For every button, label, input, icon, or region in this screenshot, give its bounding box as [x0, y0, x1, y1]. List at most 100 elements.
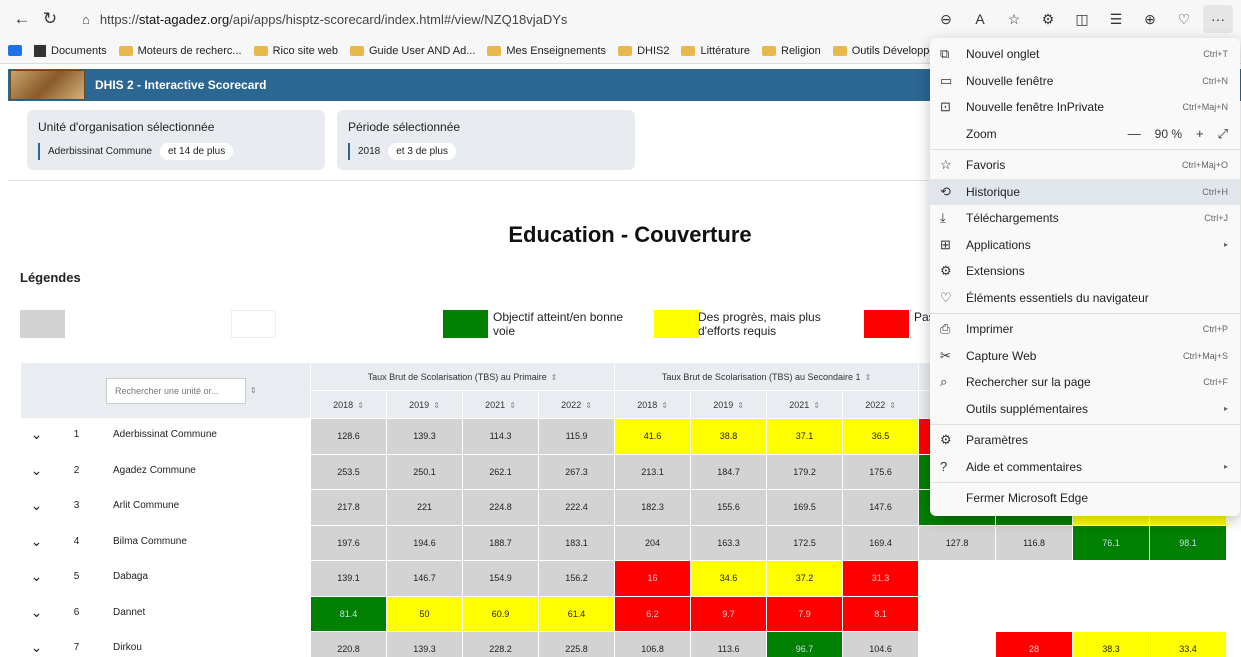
- period-header[interactable]: 2021 ⇕: [462, 390, 540, 419]
- score-cell[interactable]: 38.3: [1072, 631, 1151, 657]
- score-cell[interactable]: 115.9: [538, 418, 616, 455]
- score-cell[interactable]: 147.6: [842, 489, 920, 526]
- score-cell[interactable]: 61.4: [538, 595, 616, 632]
- score-cell[interactable]: 184.7: [690, 453, 768, 490]
- menu-item[interactable]: ▭ Nouvelle fenêtre Ctrl+N: [930, 68, 1240, 95]
- score-cell[interactable]: 222.4: [538, 489, 616, 526]
- favorites-toolbar-icon[interactable]: ☰: [1101, 5, 1131, 33]
- indicator-group-header[interactable]: Taux Brut de Scolarisation (TBS) au Seco…: [614, 362, 920, 391]
- period-header[interactable]: 2018 ⇕: [310, 390, 388, 419]
- split-screen-icon[interactable]: ◫: [1067, 5, 1097, 33]
- score-cell[interactable]: 33.4: [1149, 631, 1228, 657]
- org-unit-search-input[interactable]: Rechercher une unité or...: [106, 377, 246, 404]
- score-cell[interactable]: 228.2: [462, 631, 540, 657]
- indicator-group-header[interactable]: Taux Brut de Scolarisation (TBS) au Prim…: [310, 362, 616, 391]
- score-cell[interactable]: 197.6: [310, 524, 388, 561]
- score-cell[interactable]: 81.4: [310, 595, 388, 632]
- org-unit-name[interactable]: Agadez Commune: [99, 453, 312, 490]
- score-cell[interactable]: 156.2: [538, 560, 616, 597]
- score-cell[interactable]: 139.1: [310, 560, 388, 597]
- score-cell[interactable]: 169.4: [842, 524, 920, 561]
- score-cell[interactable]: [918, 560, 997, 597]
- score-cell[interactable]: 188.7: [462, 524, 540, 561]
- score-cell[interactable]: 96.7: [766, 631, 844, 657]
- menu-item[interactable]: ⤓ Téléchargements Ctrl+J: [930, 205, 1240, 232]
- bookmark-item[interactable]: Guide User AND Ad...: [350, 45, 475, 57]
- score-cell[interactable]: 9.7: [690, 595, 768, 632]
- org-unit-name[interactable]: Dirkou: [99, 631, 312, 657]
- sort-icon[interactable]: ⇕: [357, 401, 364, 410]
- sort-icon[interactable]: ⇕: [509, 401, 516, 410]
- menu-item[interactable]: ♡ Éléments essentiels du navigateur: [930, 285, 1240, 312]
- zoom-icon[interactable]: ⊖: [931, 5, 961, 33]
- menu-item[interactable]: ⟲ Historique Ctrl+H: [930, 178, 1240, 205]
- score-cell[interactable]: 183.1: [538, 524, 616, 561]
- sort-icon[interactable]: ⇕: [813, 401, 820, 410]
- score-cell[interactable]: 204: [614, 524, 692, 561]
- period-more-chip[interactable]: et 3 de plus: [388, 143, 456, 160]
- score-cell[interactable]: 179.2: [766, 453, 844, 490]
- refresh-icon[interactable]: ↻: [36, 5, 64, 33]
- org-unit-name[interactable]: Dannet: [99, 595, 312, 632]
- score-cell[interactable]: 98.1: [1149, 524, 1228, 561]
- score-cell[interactable]: 253.5: [310, 453, 388, 490]
- score-cell[interactable]: 217.8: [310, 489, 388, 526]
- score-cell[interactable]: [918, 595, 997, 632]
- expand-chevron-icon[interactable]: ⌄: [20, 489, 53, 526]
- menu-item[interactable]: ⚙ Extensions: [930, 258, 1240, 285]
- score-cell[interactable]: 34.6: [690, 560, 768, 597]
- address-bar[interactable]: ⌂ https://stat-agadez.org/api/apps/hispt…: [72, 5, 872, 33]
- score-cell[interactable]: 114.3: [462, 418, 540, 455]
- score-cell[interactable]: 113.6: [690, 631, 768, 657]
- menu-item[interactable]: ⎙ Imprimer Ctrl+P: [930, 316, 1240, 343]
- bookmark-item[interactable]: DHIS2: [618, 45, 669, 57]
- org-unit-name[interactable]: Aderbissinat Commune: [99, 418, 312, 455]
- more-menu-button[interactable]: ···: [1203, 5, 1233, 33]
- score-cell[interactable]: 8.1: [842, 595, 920, 632]
- menu-item[interactable]: ✂ Capture Web Ctrl+Maj+S: [930, 343, 1240, 370]
- sort-icon[interactable]: ⇕: [433, 401, 440, 410]
- score-cell[interactable]: 28: [995, 631, 1074, 657]
- zoom-out-icon[interactable]: —: [1128, 126, 1141, 141]
- expand-chevron-icon[interactable]: ⌄: [20, 418, 53, 455]
- score-cell[interactable]: 7.9: [766, 595, 844, 632]
- score-cell[interactable]: [995, 595, 1074, 632]
- expand-chevron-icon[interactable]: ⌄: [20, 560, 53, 597]
- score-cell[interactable]: 36.5: [842, 418, 920, 455]
- score-cell[interactable]: [995, 560, 1074, 597]
- period-header[interactable]: 2019 ⇕: [386, 390, 464, 419]
- score-cell[interactable]: 50: [386, 595, 464, 632]
- score-cell[interactable]: 163.3: [690, 524, 768, 561]
- score-cell[interactable]: 154.9: [462, 560, 540, 597]
- period-header[interactable]: 2018 ⇕: [614, 390, 692, 419]
- sort-icon[interactable]: ⇕: [889, 401, 896, 410]
- score-cell[interactable]: 16: [614, 560, 692, 597]
- score-cell[interactable]: 60.9: [462, 595, 540, 632]
- score-cell[interactable]: 128.6: [310, 418, 388, 455]
- org-unit-name[interactable]: Arlit Commune: [99, 489, 312, 526]
- fullscreen-icon[interactable]: ⤢: [1218, 126, 1228, 142]
- score-cell[interactable]: 139.3: [386, 418, 464, 455]
- score-cell[interactable]: 155.6: [690, 489, 768, 526]
- score-cell[interactable]: 41.6: [614, 418, 692, 455]
- essentials-icon[interactable]: ♡: [1169, 5, 1199, 33]
- score-cell[interactable]: 169.5: [766, 489, 844, 526]
- score-cell[interactable]: [1149, 595, 1228, 632]
- score-cell[interactable]: 194.6: [386, 524, 464, 561]
- score-cell[interactable]: 37.2: [766, 560, 844, 597]
- score-cell[interactable]: [1149, 560, 1228, 597]
- score-cell[interactable]: 175.6: [842, 453, 920, 490]
- bookmark-item[interactable]: Mes Enseignements: [487, 45, 606, 57]
- menu-item[interactable]: Fermer Microsoft Edge: [930, 485, 1240, 512]
- expand-chevron-icon[interactable]: ⌄: [20, 524, 53, 561]
- favorite-star-icon[interactable]: ☆: [999, 5, 1029, 33]
- menu-item[interactable]: ⊡ Nouvelle fenêtre InPrivate Ctrl+Maj+N: [930, 94, 1240, 121]
- expand-chevron-icon[interactable]: ⌄: [20, 595, 53, 632]
- score-cell[interactable]: 182.3: [614, 489, 692, 526]
- score-cell[interactable]: 172.5: [766, 524, 844, 561]
- collections-icon[interactable]: ⊕: [1135, 5, 1165, 33]
- bookmark-item[interactable]: Littérature: [681, 45, 750, 57]
- extensions-toolbar-icon[interactable]: ⚙: [1033, 5, 1063, 33]
- score-cell[interactable]: 213.1: [614, 453, 692, 490]
- menu-item[interactable]: ⌕ Rechercher sur la page Ctrl+F: [930, 369, 1240, 396]
